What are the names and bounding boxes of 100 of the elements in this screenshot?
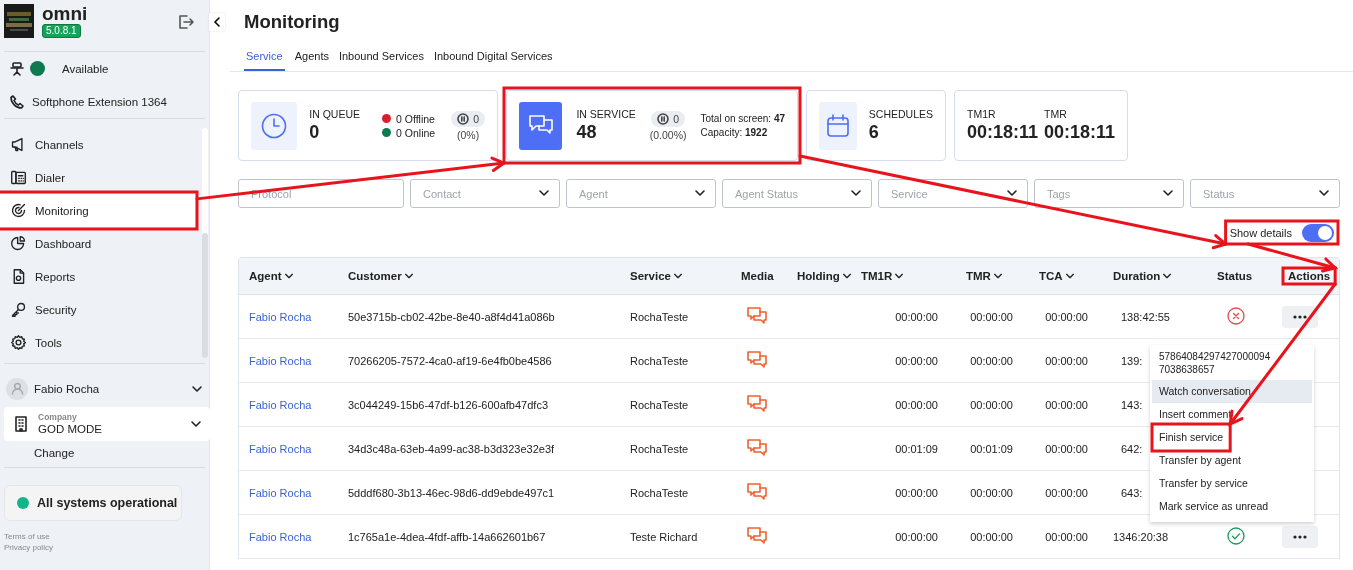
ellipsis-icon: [1293, 534, 1307, 539]
time-value: 00:00:00: [1045, 310, 1088, 323]
tab[interactable]: Agents: [294, 46, 329, 71]
online-dot: [382, 128, 392, 137]
agent-link[interactable]: Fabio Rocha: [249, 398, 312, 411]
phone-keypad-icon: [10, 169, 27, 186]
sidebar-item[interactable]: Monitoring: [0, 194, 195, 227]
toggle-label: Show details: [1229, 226, 1292, 239]
status-text: All systems operational: [37, 496, 178, 510]
customer-id: 5dddf680-3b13-46ec-98d6-dd9ebde497c1: [348, 486, 555, 499]
ellipsis-icon: [1293, 314, 1307, 319]
tab[interactable]: Inbound Digital Services: [433, 46, 553, 71]
company-selector[interactable]: Company GOD MODE: [4, 407, 210, 441]
column-header[interactable]: Holding: [797, 270, 852, 282]
chat-icon: [519, 101, 563, 150]
menu-item[interactable]: Transfer by service: [1152, 472, 1312, 495]
menu-item[interactable]: Mark service as unread: [1152, 495, 1312, 518]
tab[interactable]: Service: [244, 46, 285, 71]
capacity: Capacity: 1922: [700, 125, 769, 140]
pause-icon: [657, 112, 670, 125]
column-header[interactable]: Service: [630, 270, 683, 282]
column-header[interactable]: Duration: [1113, 270, 1173, 282]
desk-chair-icon: [10, 61, 24, 76]
clock-icon: [251, 101, 298, 150]
paused-count: 0: [651, 110, 686, 127]
card-label: IN QUEUE: [309, 108, 361, 121]
menu-item[interactable]: Transfer by agent: [1152, 449, 1312, 472]
sidebar-item[interactable]: Dashboard: [0, 227, 195, 260]
agent-link[interactable]: Fabio Rocha: [249, 486, 312, 499]
sort-chevron-icon: [1162, 271, 1173, 281]
sidebar-item[interactable]: Reports: [0, 260, 195, 293]
column-header[interactable]: Agent: [249, 270, 294, 282]
presence-dot: [30, 61, 45, 76]
agent-link[interactable]: Fabio Rocha: [249, 354, 312, 367]
time-value: 00:00:00: [895, 354, 938, 367]
agent-link[interactable]: Fabio Rocha: [249, 442, 312, 455]
agent-link[interactable]: Fabio Rocha: [249, 530, 312, 543]
chevron-down-icon: [1006, 187, 1018, 199]
change-link[interactable]: Change: [34, 447, 75, 459]
customer-id: 50e3715b-cb02-42be-8e40-a8f4d41a086b: [348, 310, 555, 323]
chevron-down-icon: [1318, 187, 1330, 199]
pause-icon: [457, 112, 470, 125]
column-header: Media: [741, 270, 774, 282]
page-title: Monitoring: [244, 11, 341, 33]
time-value: 00:01:09: [895, 442, 938, 455]
card-value: 0: [309, 121, 321, 143]
select-field[interactable]: Service: [878, 179, 1028, 208]
menu-item[interactable]: Finish service: [1154, 426, 1229, 449]
sort-chevron-icon: [992, 271, 1003, 281]
service-name: RochaTeste: [630, 354, 689, 367]
service-name: RochaTeste: [630, 486, 689, 499]
select-field[interactable]: Agent Status: [722, 179, 872, 208]
column-header[interactable]: TM1R: [861, 270, 905, 282]
toggle-switch[interactable]: [1302, 223, 1334, 242]
sidebar-item[interactable]: Dialer: [0, 161, 195, 194]
time-value: 00:00:00: [895, 486, 938, 499]
customer-id: 70266205-7572-4ca0-af19-6e4fb0be4586: [348, 354, 552, 367]
version-badge: 5.0.8.1: [42, 24, 81, 38]
customer-id: 1c765a1e-4dea-4fdf-affb-14a662601b67: [348, 530, 546, 543]
service-name: RochaTeste: [630, 398, 689, 411]
menu-item[interactable]: Watch conversation: [1152, 380, 1312, 403]
column-header[interactable]: Customer: [348, 270, 414, 282]
paused-share: (0.00%): [649, 128, 687, 141]
sidebar-item[interactable]: Security: [0, 293, 195, 326]
sidebar-item[interactable]: Tools: [0, 326, 195, 359]
target-icon: [10, 202, 27, 219]
select-field[interactable]: Contact: [410, 179, 560, 208]
building-icon: [14, 416, 28, 432]
duration-value: 1346:20:38: [1113, 530, 1169, 543]
duration-value: 643:: [1121, 486, 1143, 499]
column-header[interactable]: TCA: [1039, 270, 1075, 282]
chevron-down-icon: [850, 187, 862, 199]
chat-icon: [746, 437, 768, 458]
time-value: 00:00:00: [895, 310, 938, 323]
service-name: RochaTeste: [630, 442, 689, 455]
column-header: Actions: [1287, 270, 1332, 282]
column-header[interactable]: TMR: [966, 270, 1003, 282]
logout-icon[interactable]: [178, 14, 194, 30]
time-value: 00:00:00: [1045, 486, 1088, 499]
presence-label[interactable]: Available: [62, 62, 109, 75]
select-field[interactable]: Status: [1190, 179, 1340, 208]
duration-value: 642:: [1121, 442, 1143, 455]
sidebar-item[interactable]: Channels: [0, 128, 195, 161]
collapse-button[interactable]: [209, 13, 225, 31]
time-value: 00:00:00: [970, 354, 1013, 367]
offline-count: 0 Offline: [396, 111, 435, 126]
menu-item[interactable]: Insert comment: [1152, 403, 1312, 426]
pie-chart-icon: [10, 235, 27, 252]
customer-id: 3c044249-15b6-47df-b126-600afb47dfc3: [348, 398, 548, 411]
column-header: Status: [1217, 270, 1253, 282]
agent-link[interactable]: Fabio Rocha: [249, 310, 312, 323]
select-field[interactable]: Agent: [566, 179, 716, 208]
app-name: omni: [42, 4, 88, 24]
service-name: Teste Richard: [630, 530, 698, 543]
more-button[interactable]: [1282, 305, 1318, 328]
time-value: 00:00:00: [970, 486, 1013, 499]
tab[interactable]: Inbound Services: [338, 46, 424, 71]
select-field[interactable]: Tags: [1034, 179, 1184, 208]
more-button[interactable]: [1282, 525, 1318, 548]
sort-chevron-icon: [283, 271, 294, 281]
